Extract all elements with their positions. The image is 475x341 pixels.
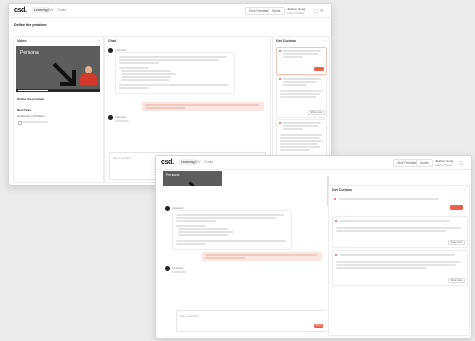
- insight-card-front-1[interactable]: [332, 195, 466, 213]
- assistant-avatar-2: [108, 115, 113, 120]
- arrow-graphic-icon: [52, 62, 76, 86]
- app-logo-front: csd.: [161, 159, 174, 166]
- video-panel-title: Video: [17, 39, 27, 43]
- insight-card-1[interactable]: [276, 47, 327, 75]
- user-block-front[interactable]: Jiazhen Song Admin Panel: [435, 159, 453, 167]
- chat-panel-title: Chat: [108, 39, 116, 43]
- page-title: Define the problem: [14, 23, 47, 27]
- video-controls[interactable]: [16, 89, 100, 92]
- note-checkbox[interactable]: [18, 121, 22, 125]
- note-line: [22, 121, 48, 123]
- front-window: csd. Learning DIY Chats Give Feedback Gu…: [155, 155, 472, 339]
- user-block[interactable]: Jiazhen Song Admin Panel: [287, 7, 305, 15]
- insight-front-2-show-more[interactable]: Show more: [448, 240, 466, 245]
- guide-button-front[interactable]: Guide: [416, 159, 433, 167]
- insight-front-3-show-more[interactable]: Show more: [448, 278, 466, 283]
- notes-label: Notebook of Problem: [17, 114, 46, 118]
- chat-panel-front: Assistant Assistant Ask a question Send: [162, 186, 326, 334]
- insight-2-show-more[interactable]: Show more: [308, 110, 326, 115]
- insights-panel-front: Get Curious ⋯ Show more Show more: [328, 185, 470, 336]
- notes-heading: Best Files: [17, 108, 32, 112]
- top-bar-front: csd. Learning DIY Chats Give Feedback Gu…: [156, 156, 471, 170]
- top-bar: csd. Learning DIY Chats Give Feedback Gu…: [9, 4, 331, 18]
- insights-panel-title-front: Get Curious: [332, 188, 353, 192]
- typing-line: [115, 120, 129, 122]
- insight-card-front-3[interactable]: Show more: [332, 250, 468, 286]
- assistant-avatar-front-2: [165, 266, 170, 271]
- assistant-message: [115, 52, 235, 94]
- video-panel: Video ↗ Persona Define the problem Best …: [13, 36, 104, 183]
- presenter-image: [80, 66, 97, 89]
- user-message-front: [202, 252, 322, 261]
- expand-icon[interactable]: ↗: [97, 39, 100, 43]
- video-progress-bar[interactable]: [18, 90, 48, 91]
- video-player[interactable]: Persona: [16, 46, 100, 92]
- chat-input-placeholder: Ask a question: [113, 156, 132, 160]
- tab-chats-front[interactable]: Chats: [202, 159, 215, 165]
- typing-line-front: [172, 271, 186, 273]
- bell-icon-front[interactable]: ◯: [459, 160, 463, 165]
- bell-icon[interactable]: ◯: [314, 8, 318, 13]
- insight-front-1-action-button[interactable]: [450, 205, 463, 210]
- user-message: [142, 102, 264, 111]
- video-title: Persona: [20, 50, 39, 56]
- collapse-icon[interactable]: ⋯: [463, 188, 467, 192]
- assistant-message-front: [172, 210, 292, 250]
- user-role-front: Admin Panel: [435, 163, 453, 167]
- insights-panel-title: Get Curious: [276, 39, 297, 43]
- app-logo: csd.: [14, 7, 27, 14]
- insight-1-action-button[interactable]: [314, 67, 324, 71]
- guide-button[interactable]: Guide: [268, 7, 285, 15]
- user-role: Admin Panel: [287, 11, 305, 15]
- problem-heading: Define the problem: [17, 97, 45, 101]
- chat-input-front[interactable]: Ask a question Send: [176, 310, 326, 332]
- insight-card-2[interactable]: Show more: [276, 75, 327, 118]
- assistant-name-2: Assistant: [115, 115, 127, 119]
- video-title-front: Persona: [166, 173, 180, 177]
- send-button[interactable]: Send: [314, 324, 323, 328]
- assistant-avatar-front: [165, 206, 170, 211]
- assistant-name-front-2: Assistant: [172, 266, 184, 270]
- chat-input-placeholder-front: Ask a question: [180, 314, 199, 318]
- more-icon[interactable]: ⋯: [323, 39, 327, 43]
- tab-chats[interactable]: Chats: [55, 7, 68, 13]
- settings-icon[interactable]: ⚙: [320, 8, 324, 13]
- insight-card-front-2[interactable]: Show more: [332, 216, 468, 248]
- assistant-avatar: [108, 48, 113, 53]
